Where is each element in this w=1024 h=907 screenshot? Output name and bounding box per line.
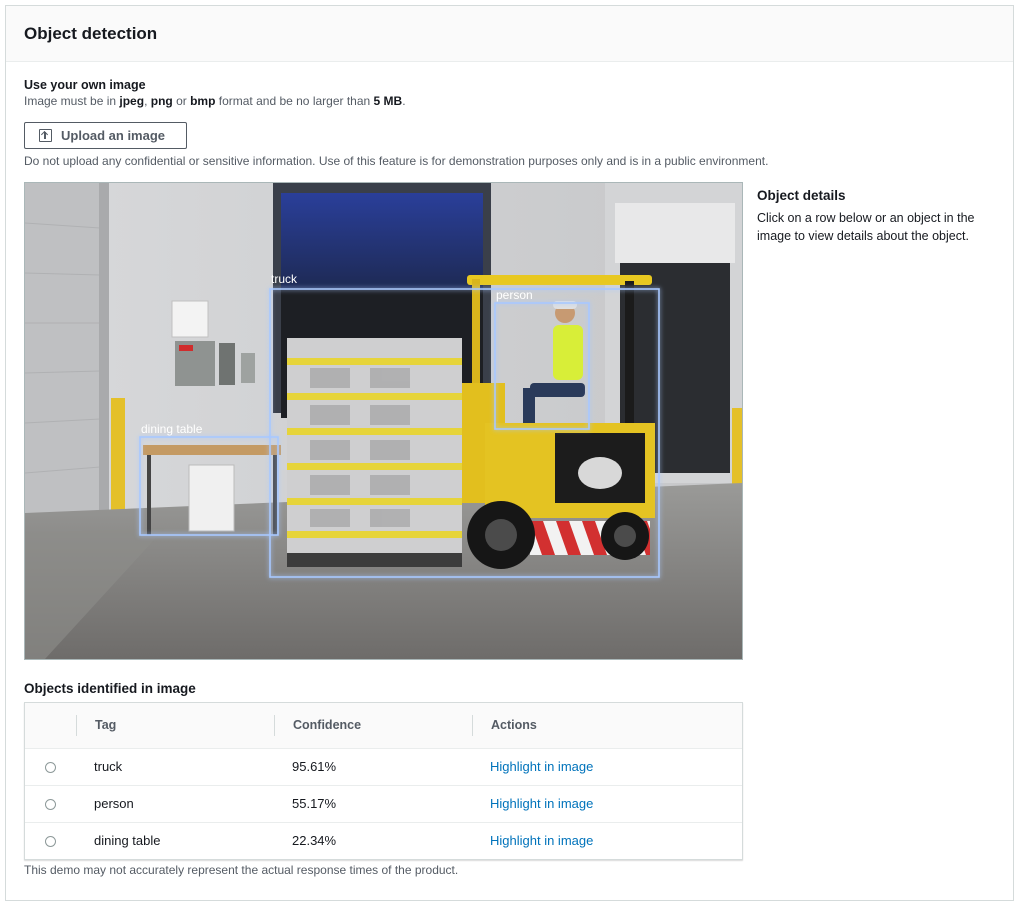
size-limit: 5 MB — [373, 94, 403, 108]
format-jpeg: jpeg — [119, 94, 145, 108]
column-header-confidence[interactable]: Confidence — [274, 703, 472, 748]
row-radio[interactable] — [45, 836, 56, 848]
left-wall — [25, 183, 100, 543]
row-tag: person — [94, 796, 134, 811]
column-header-tag[interactable]: Tag — [76, 703, 274, 748]
table-row[interactable]: truck 95.61% Highlight in image — [25, 748, 742, 785]
detection-image[interactable]: truck person dining table — [24, 182, 743, 660]
footnote: This demo may not accurately represent t… — [24, 863, 459, 877]
object-details-title: Object details — [757, 188, 846, 203]
row-radio[interactable] — [45, 799, 56, 811]
row-tag: truck — [94, 759, 123, 774]
operator-vest — [553, 325, 583, 380]
table-header-row: Tag Confidence Actions — [25, 703, 742, 748]
object-details-text: Click on a row below or an object in the… — [757, 211, 975, 243]
row-confidence: 95.61% — [292, 759, 337, 774]
format-sep-1: , — [144, 94, 151, 108]
truck-bbox-label: truck — [271, 272, 298, 286]
column-header-actions[interactable]: Actions — [472, 703, 742, 748]
upload-image-button[interactable]: Upload an image — [24, 122, 187, 149]
table-top — [143, 445, 281, 455]
row-radio[interactable] — [45, 762, 56, 774]
period: . — [402, 94, 406, 108]
disclaimer-text: Do not upload any confidential or sensit… — [24, 154, 769, 168]
size-text: format and be no larger than — [215, 94, 374, 108]
format-png: png — [150, 94, 173, 108]
highlight-in-image-link[interactable]: Highlight in image — [490, 833, 593, 848]
select-column-header — [25, 703, 76, 748]
objects-table: Tag Confidence Actions truck 95.61% High… — [24, 702, 743, 860]
person-bbox-label: person — [496, 288, 533, 302]
row-confidence: 55.17% — [292, 796, 337, 811]
blue-dock-door — [281, 193, 483, 288]
upload-button-label: Upload an image — [61, 128, 166, 143]
highlight-in-image-link[interactable]: Highlight in image — [490, 796, 593, 811]
format-bmp: bmp — [190, 94, 216, 108]
highlight-in-image-link[interactable]: Highlight in image — [490, 759, 593, 774]
row-confidence: 22.34% — [292, 833, 337, 849]
upload-icon — [39, 129, 52, 142]
row-tag: dining table — [94, 833, 161, 849]
upload-section-title: Use your own image — [24, 78, 146, 92]
objects-identified-title: Objects identified in image — [24, 681, 196, 696]
table-row[interactable]: person 55.17% Highlight in image — [25, 785, 742, 822]
warehouse-scene: truck person dining table — [25, 183, 742, 659]
dining-table-bbox-label: dining table — [141, 422, 203, 436]
forklift-roof — [467, 275, 652, 285]
format-prefix: Image must be in — [24, 94, 120, 108]
panel-title: Object detection — [24, 24, 158, 43]
object-detection-panel: Object detection Use your own image Imag… — [5, 5, 1014, 901]
panel-header: Object detection — [6, 6, 1013, 62]
format-sep-2: or — [172, 94, 191, 108]
table-row[interactable]: dining table 22.34% Highlight in image — [25, 822, 742, 859]
upload-requirements: Image must be in jpeg, png or bmp format… — [24, 94, 406, 108]
